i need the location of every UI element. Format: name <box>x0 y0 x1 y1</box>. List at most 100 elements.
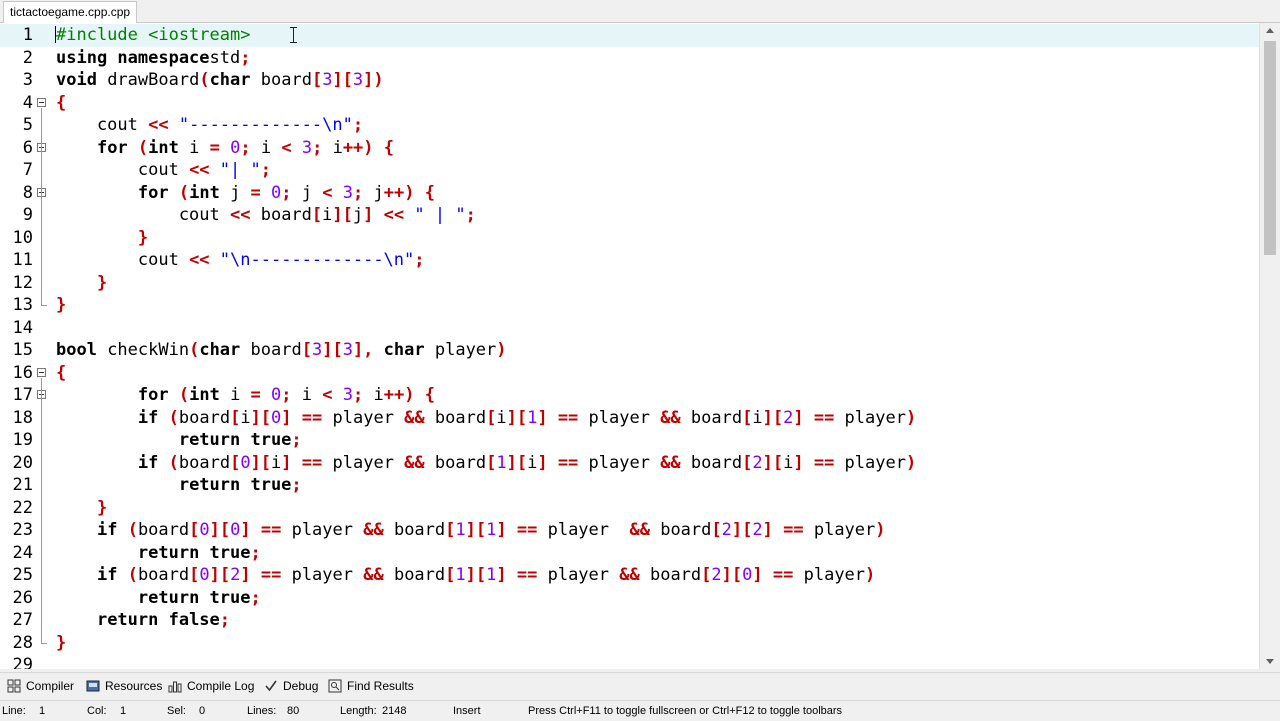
code-line[interactable]: 26 return true; <box>0 587 1259 610</box>
code-editor[interactable]: 1 #include <iostream> 2 using namespacestd;… <box>0 23 1259 669</box>
code-line[interactable]: 22 } <box>0 497 1259 520</box>
status-line-value: 1 <box>39 705 46 717</box>
code-line[interactable]: 12 } <box>0 272 1259 295</box>
scrollbar-thumb[interactable] <box>1264 41 1276 255</box>
code-token: ) <box>905 407 917 428</box>
code-line[interactable]: 20 if (board[0][i] == player && board[1]… <box>0 452 1259 475</box>
code-token: && <box>629 520 650 540</box>
code-token: board <box>178 452 231 473</box>
line-number: 6 <box>22 137 33 158</box>
code-token: board <box>137 565 190 585</box>
find-results-tab[interactable]: Find Results <box>328 677 414 695</box>
code-token: 0 <box>230 137 241 158</box>
code-token: ++) <box>342 137 374 158</box>
code-token: { <box>56 92 67 113</box>
line-number: 29 <box>12 655 33 669</box>
code-line[interactable]: 7 cout << "| "; <box>0 159 1259 182</box>
code-token: "| " <box>219 160 261 180</box>
compiler-tab[interactable]: Compiler <box>7 677 74 695</box>
code-line[interactable]: 4{ <box>0 92 1259 115</box>
line-number: 13 <box>12 295 33 315</box>
code-token: ] <box>496 565 507 585</box>
code-token: && <box>404 407 425 428</box>
code-line[interactable]: 16 { <box>0 362 1259 385</box>
code-token: board <box>240 340 302 360</box>
line-number: 14 <box>12 317 33 338</box>
code-line[interactable]: 2 using namespacestd; <box>0 47 1259 70</box>
compile-log-tab[interactable]: Compile Log <box>168 677 254 695</box>
code-line[interactable]: 24 return true; <box>0 542 1259 565</box>
code-token: " | " <box>414 205 466 225</box>
code-line[interactable]: 3 void drawBoard(char board[3][3]) <box>0 69 1259 92</box>
vertical-scrollbar[interactable] <box>1259 23 1280 669</box>
fold-collapse-icon[interactable] <box>37 367 46 377</box>
line-number: 23 <box>12 520 33 540</box>
code-token: ] <box>537 407 548 428</box>
code-text: cout << board[i][j] << " | "; <box>56 204 476 227</box>
code-token: && <box>660 452 681 473</box>
code-line[interactable]: 18 if (board[i][0] == player && board[i]… <box>0 407 1259 430</box>
line-number: 7 <box>22 160 33 180</box>
code-token: return true <box>178 475 292 495</box>
bottom-panel-tabs: Compiler Resources Compile Log Debug Fin… <box>0 672 1280 698</box>
code-token: 2 <box>752 452 763 473</box>
code-token: ; <box>219 610 231 630</box>
code-line[interactable]: 11 cout << "\n-------------\n"; <box>0 249 1259 272</box>
code-line[interactable]: 9 cout << board[i][j] << " | "; <box>0 204 1259 227</box>
code-token: return true <box>178 430 292 450</box>
code-line[interactable]: 1 #include <iostream> <box>0 24 1259 47</box>
code-token: if <box>96 565 118 585</box>
code-token: 0 <box>742 565 753 585</box>
code-token: == <box>260 520 282 540</box>
code-line[interactable]: 19 return true; <box>0 429 1259 452</box>
code-line[interactable]: 17 for (int i = 0; i < 3; i++) { <box>0 384 1259 407</box>
line-number: 2 <box>22 47 33 68</box>
code-text: void drawBoard(char board[3][3]) <box>56 69 384 92</box>
code-token: && <box>363 520 384 540</box>
code-token: board <box>137 520 190 540</box>
fold-collapse-icon[interactable] <box>37 97 46 107</box>
code-token: i <box>291 385 323 405</box>
resources-tab[interactable]: Resources <box>86 677 162 695</box>
code-line[interactable]: 14 <box>0 317 1259 340</box>
code-token: ] <box>240 565 251 585</box>
code-line[interactable]: 28} <box>0 632 1259 655</box>
code-token: ][ <box>209 520 231 540</box>
code-line[interactable]: 10 } <box>0 227 1259 250</box>
code-line[interactable]: 27 return false; <box>0 609 1259 632</box>
tab-file[interactable]: tictactoegame.cpp.cpp <box>3 1 138 23</box>
code-line[interactable]: 8 for (int j = 0; j < 3; j++) { <box>0 182 1259 205</box>
code-token: ][ <box>332 70 353 90</box>
code-token: < <box>322 385 333 405</box>
code-line[interactable]: 21 return true; <box>0 474 1259 497</box>
code-text: for (int j = 0; j < 3; j++) { <box>56 182 435 205</box>
code-line[interactable]: 5 cout << "-------------\n"; <box>0 114 1259 137</box>
code-line[interactable]: 29 <box>0 654 1259 669</box>
code-token: ] <box>281 407 292 428</box>
code-token: 2 <box>711 565 722 585</box>
debug-tab[interactable]: Debug <box>264 677 318 695</box>
ibeam-cursor-icon <box>290 27 298 43</box>
fold-end-marker <box>41 305 47 306</box>
code-line[interactable]: 25 if (board[0][2] == player && board[1]… <box>0 564 1259 587</box>
code-token: ; <box>240 137 251 158</box>
code-line[interactable]: 13} <box>0 294 1259 317</box>
code-token: ( <box>127 520 138 540</box>
code-line[interactable]: 23 if (board[0][0] == player && board[1]… <box>0 519 1259 542</box>
code-token: ] <box>363 205 374 225</box>
code-token: board <box>424 452 487 473</box>
code-token: && <box>619 565 640 585</box>
scroll-up-arrow-icon[interactable] <box>1266 28 1274 33</box>
status-hint: Press Ctrl+F11 to toggle fullscreen or C… <box>528 705 843 717</box>
code-line[interactable]: 15 bool checkWin(char board[3][3], char p… <box>0 339 1259 362</box>
scroll-down-arrow-icon[interactable] <box>1266 659 1274 664</box>
code-line[interactable]: 6 for (int i = 0; i < 3; i++) { <box>0 137 1259 160</box>
code-token: ( <box>199 70 210 90</box>
code-token: ++) <box>383 182 415 203</box>
